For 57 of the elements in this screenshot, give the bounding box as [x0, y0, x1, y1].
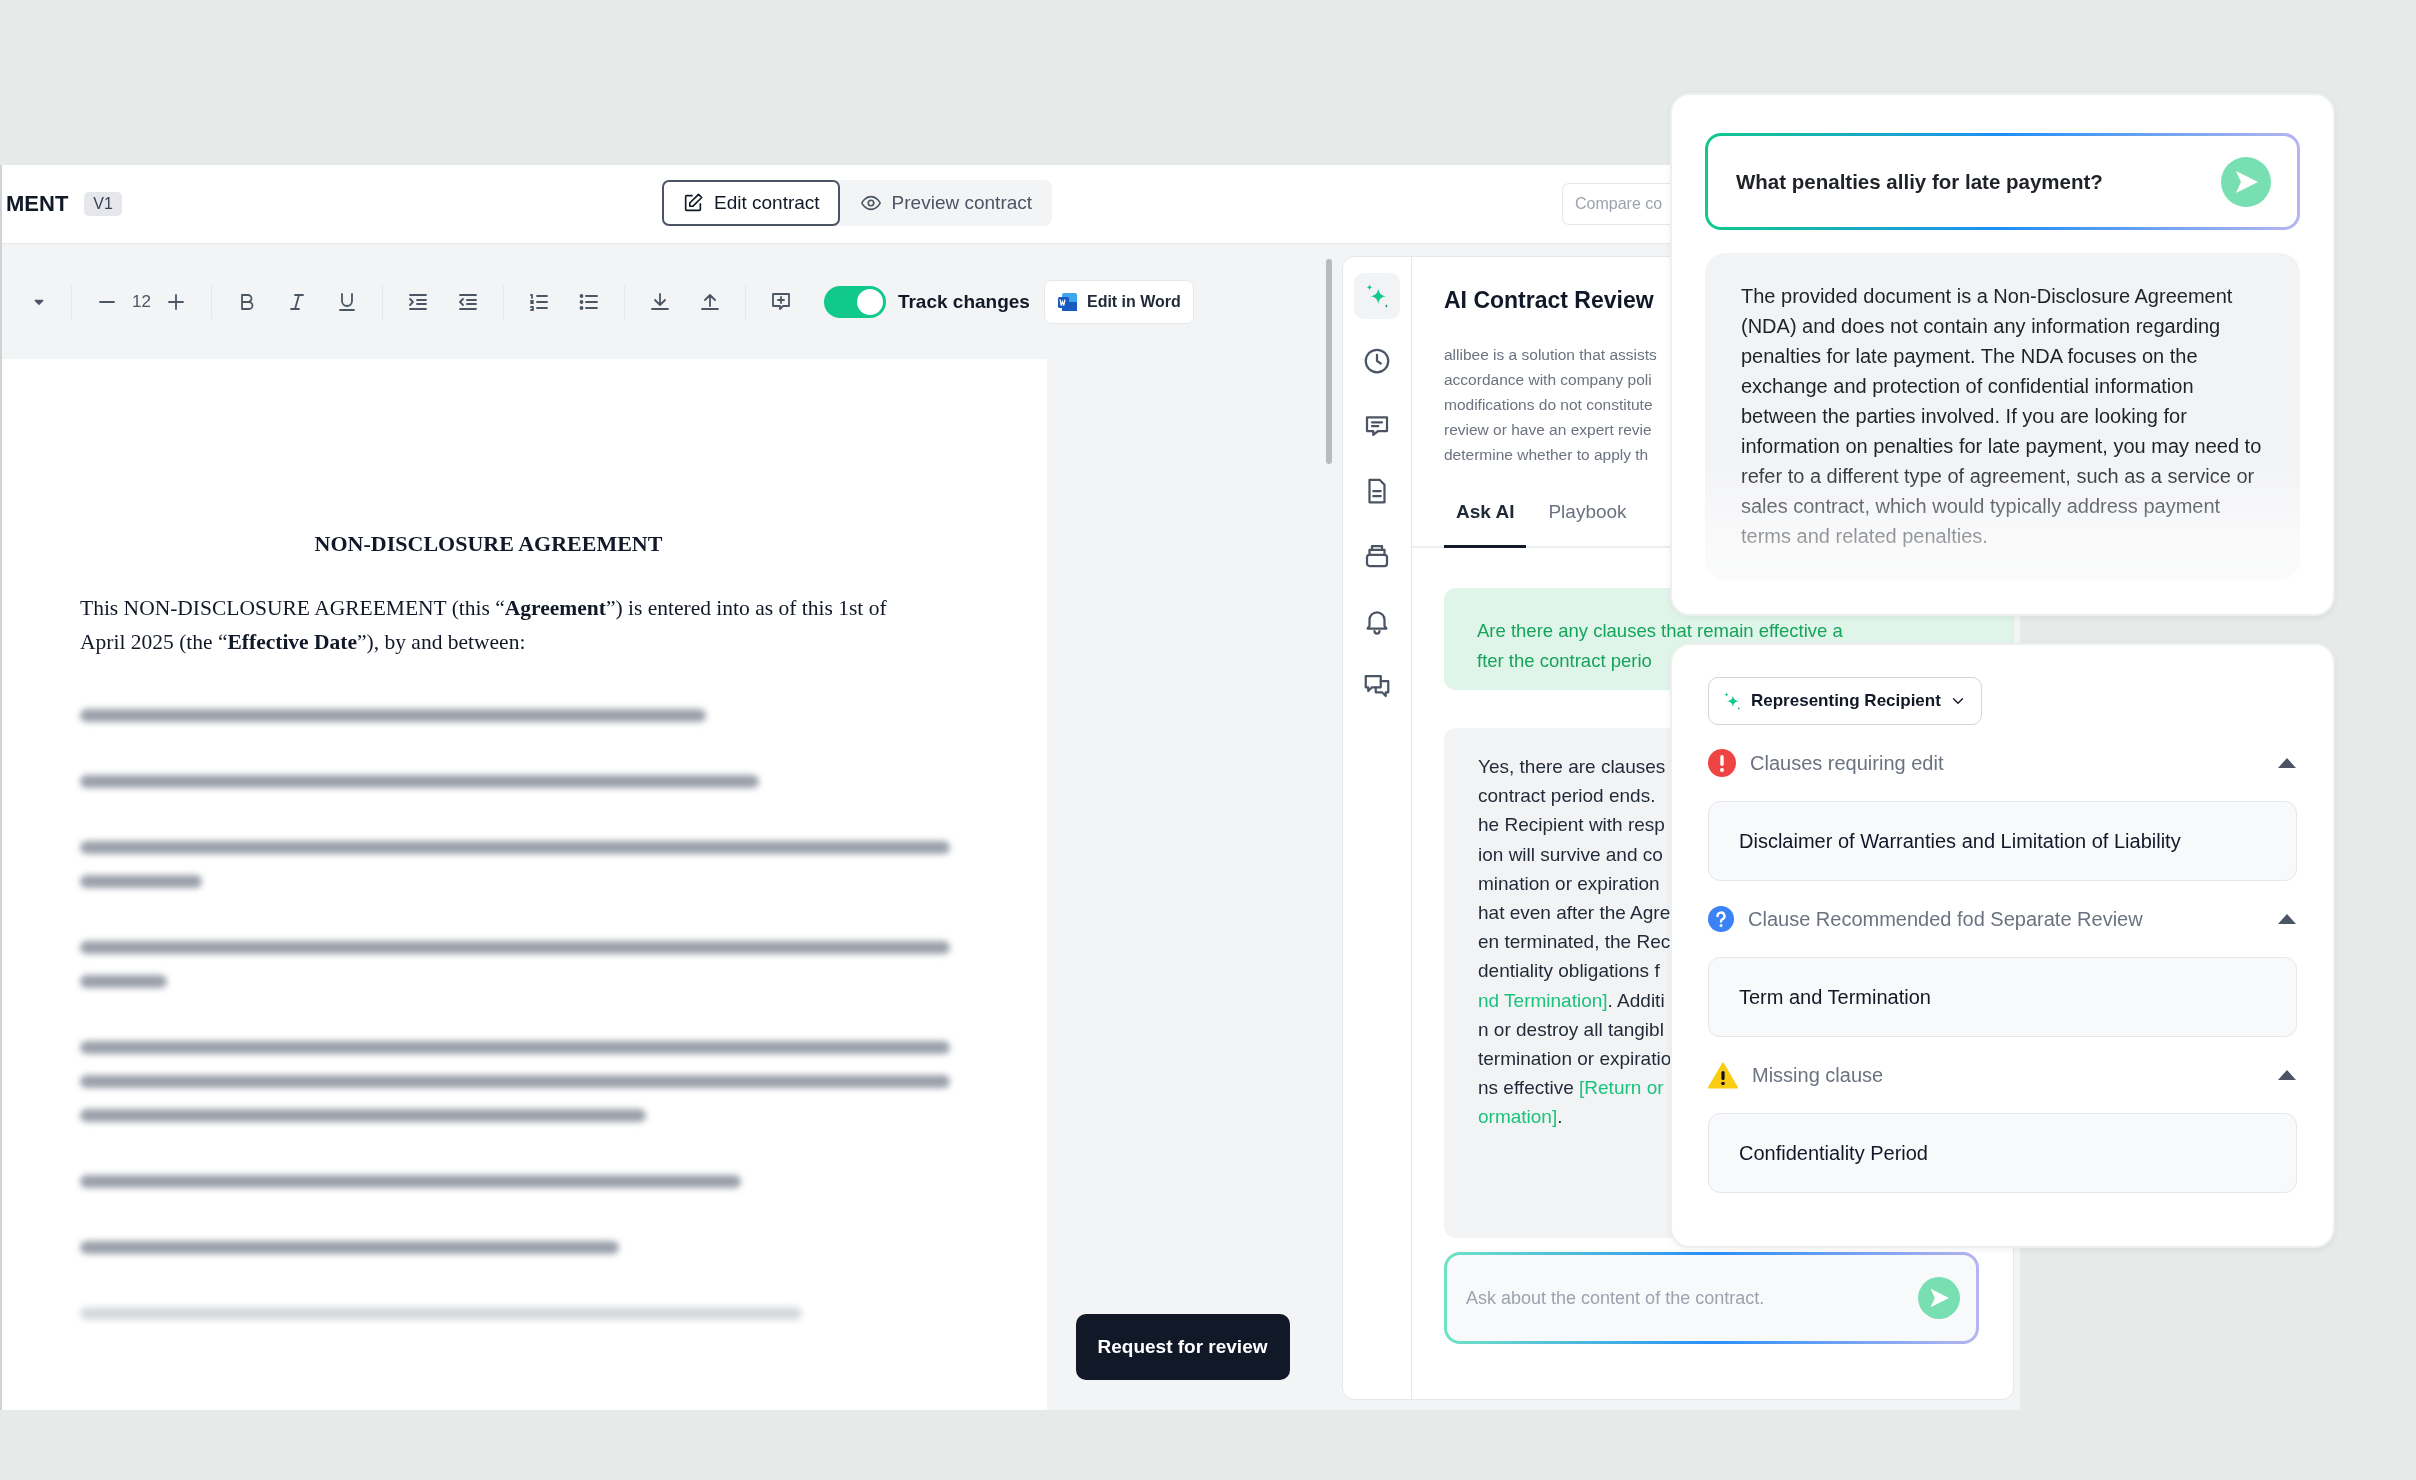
clause-item[interactable]: Confidentiality Period	[1708, 1113, 2297, 1193]
font-size-value: 12	[132, 291, 151, 312]
answer-text: hat even after the Agre	[1478, 901, 1671, 925]
clause-group-title: Clauses requiring edit	[1750, 751, 1945, 775]
clause-item[interactable]: Disclaimer of Warranties and Limitation of Liability	[1708, 801, 2297, 881]
warning-icon	[1708, 1061, 1738, 1089]
version-badge: V1	[84, 192, 122, 216]
answer-text: ion will survive and co	[1478, 842, 1663, 867]
input-frame[interactable]: Ask about the content of the contract.	[1444, 1252, 1979, 1344]
panel-tab[interactable]: Playbook	[1536, 493, 1639, 548]
disclaimer-text: determine whether to apply th	[1444, 445, 1649, 465]
document-heading: NON-DISCLOSURE AGREEMENT	[313, 531, 664, 557]
question-icon	[1708, 906, 1734, 932]
clause-item[interactable]: Term and Termination	[1708, 957, 2297, 1037]
perspective-dropdown[interactable]: Representing Recipient	[1708, 677, 1982, 725]
ask-input[interactable]: Ask about the content of the contract.	[1464, 1255, 1918, 1341]
answer-text: mination or expiration	[1478, 871, 1660, 896]
track-changes-toggle[interactable]	[823, 285, 886, 318]
disclaimer-text: accordance with company poli	[1444, 370, 1652, 390]
answer-text: termination or expiratio	[1478, 1047, 1672, 1072]
question-text: fter the contract perio	[1477, 651, 1652, 670]
answer-text: ormation].	[1478, 1105, 1563, 1130]
edit-in-word-button[interactable]: Edit in Word	[1043, 279, 1194, 324]
document-title: MENT	[6, 191, 69, 217]
disclaimer-text: modifications do not constitute	[1444, 395, 1653, 415]
panel-title: AI Contract Review	[1444, 287, 1654, 314]
clause-group-title: Clause Recommended fod Separate Review	[1748, 907, 2144, 931]
clause-group-title: Missing clause	[1752, 1063, 1885, 1087]
question-field[interactable]: What penalties alliy for late payment?	[1705, 133, 2300, 230]
collapse-caret-icon[interactable]	[2277, 757, 2297, 769]
answer-text: The provided document is a Non-Disclosure Agreement (NDA) and does not contain any information regarding penalties for late payment. The NDA focuses on the exchange and protection of confidential information between the parties involved. If you are looking for information on penalties for late payment, you may need to refer to a different type of agreement, such as a service or sales contract, which would typically address payment terms and related penalties.	[1705, 253, 2300, 580]
view-mode-tab[interactable]: Edit contract	[662, 180, 840, 226]
alert-icon	[1708, 749, 1736, 777]
collapse-caret-icon[interactable]	[2277, 1069, 2297, 1081]
disclaimer-text: review or have an expert revie	[1444, 420, 1652, 440]
answer-text: dentiality obligations f	[1478, 959, 1660, 984]
collapse-caret-icon[interactable]	[2277, 913, 2297, 925]
edit-icon	[682, 192, 704, 214]
answer-text: ns effective [Return or	[1478, 1076, 1664, 1101]
answer-text: he Recipient with resp	[1478, 813, 1665, 838]
answer-text: contract period ends.	[1478, 784, 1656, 809]
answer-text: Yes, there are clauses	[1478, 755, 1666, 779]
request-review-button[interactable]: Request for review	[1075, 1314, 1290, 1380]
clock-icon[interactable]	[1362, 346, 1392, 376]
disclaimer-text: allibee is a solution that assists	[1444, 345, 1657, 365]
panel-tab[interactable]: Ask AI	[1444, 493, 1527, 548]
document-paragraph: This NON-DISCLOSURE AGREEMENT (this “Agreement”) is entered into as of this 1st of April 2025 (the “Effective Date”), by and between:	[80, 595, 888, 656]
scrollbar-thumb[interactable]	[1326, 259, 1332, 464]
view-mode-tab[interactable]: Preview contract	[839, 180, 1053, 226]
answer-text: en terminated, the Rec	[1478, 930, 1671, 955]
question-text: Are there any clauses that remain effective a	[1477, 621, 1843, 640]
question-text: What penalties alliy for late payment?	[1736, 169, 2104, 194]
answer-text: n or destroy all tangibl	[1478, 1017, 1664, 1042]
sparkle-icon	[1721, 690, 1743, 712]
track-changes-label: Track changes	[897, 290, 1030, 313]
answer-text: nd Termination]. Additi	[1478, 988, 1665, 1013]
word-icon	[1056, 290, 1079, 313]
